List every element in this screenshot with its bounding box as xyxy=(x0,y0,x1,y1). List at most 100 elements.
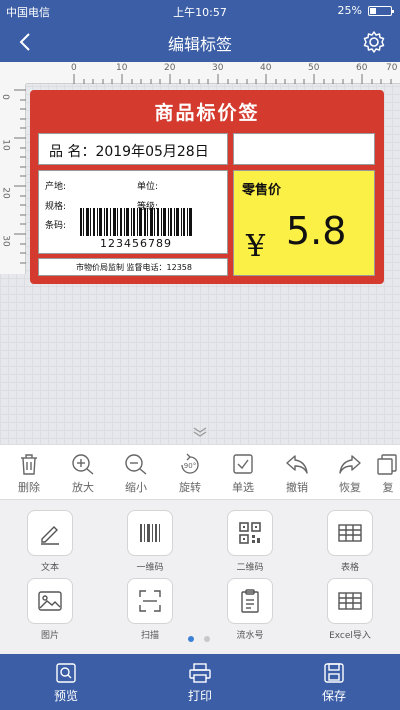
bottom-action-bar: 预览 打印 保存 xyxy=(0,654,400,710)
product-name-extra-box[interactable] xyxy=(233,133,375,165)
add-image-button[interactable]: 图片 xyxy=(15,578,85,641)
product-name-box[interactable]: 品 名：2019年05月28日 xyxy=(38,133,228,165)
zoom-in-button[interactable]: 放大 xyxy=(58,453,108,495)
table-icon xyxy=(338,524,362,542)
serial-number-label: 流水号 xyxy=(236,631,264,641)
copy-button[interactable]: 复 xyxy=(376,453,400,495)
copy-icon xyxy=(377,454,397,475)
add-barcode-button[interactable]: 一维码 xyxy=(115,510,185,573)
settings-button[interactable] xyxy=(360,28,388,56)
barcode-graphic[interactable] xyxy=(80,208,192,236)
scan-label: 扫描 xyxy=(140,631,159,641)
supervision-footer-text: 市物价局监制 监督电话：12358 xyxy=(76,263,192,272)
origin-label: 产地: xyxy=(45,182,67,192)
excel-table-icon xyxy=(338,592,362,610)
zoom-out-button[interactable]: 缩小 xyxy=(111,453,161,495)
checkbox-icon xyxy=(233,454,253,474)
redo-label: 恢复 xyxy=(339,481,361,494)
add-text-button[interactable]: 文本 xyxy=(15,510,85,573)
ruler-tick: 20 xyxy=(164,63,176,73)
barcode-label: 条码: xyxy=(45,221,67,231)
currency-symbol: ¥ xyxy=(246,229,266,264)
ruler-tick: 20 xyxy=(0,187,11,199)
save-label: 保存 xyxy=(321,689,346,703)
barcode-label: 一维码 xyxy=(136,563,164,573)
barcode-icon xyxy=(140,524,160,542)
single-select-button[interactable]: 单选 xyxy=(218,453,268,495)
nav-bar: 编辑标签 xyxy=(0,20,400,62)
undo-button[interactable]: 撤销 xyxy=(272,453,322,495)
ruler-tick: 0 xyxy=(71,63,77,73)
price-value: 5.8 xyxy=(286,209,347,253)
rotate-90-icon: 90° xyxy=(181,453,199,474)
preview-icon xyxy=(56,663,76,683)
spec-label: 规格: xyxy=(45,202,67,212)
gear-icon xyxy=(363,31,385,53)
excel-import-label: Excel导入 xyxy=(329,631,371,641)
zoom-out-icon xyxy=(125,454,147,475)
ruler-left: 0 10 20 30 xyxy=(0,84,26,274)
ruler-tick: 70 xyxy=(386,63,398,73)
add-serial-number-button[interactable]: 流水号 xyxy=(215,578,285,641)
clipboard-icon xyxy=(241,589,259,613)
undo-icon xyxy=(286,455,308,474)
qrcode-icon xyxy=(239,522,261,544)
ruler-tick: 0 xyxy=(0,94,10,100)
ruler-corner xyxy=(0,62,26,84)
price-tag-label[interactable]: 商品标价签 品 名：2019年05月28日 产地: 单位: 规格: 等级: 条码… xyxy=(30,90,384,284)
page-dot-active[interactable] xyxy=(188,636,194,642)
zoom-out-label: 缩小 xyxy=(125,481,147,494)
unit-label: 单位: xyxy=(137,182,159,192)
print-button[interactable]: 打印 xyxy=(170,662,230,704)
save-icon xyxy=(324,663,344,683)
redo-icon xyxy=(339,455,361,474)
qrcode-label: 二维码 xyxy=(236,563,264,573)
battery-icon xyxy=(368,6,394,16)
ruler-tick: 50 xyxy=(308,63,320,73)
supervision-footer-box[interactable]: 市物价局监制 监督电话：12358 xyxy=(38,258,228,276)
product-name-text: 品 名：2019年05月28日 xyxy=(49,144,209,160)
collapse-toolbar-button[interactable] xyxy=(190,424,210,438)
status-bar: 中国电信 上午10:57 25% xyxy=(0,0,400,20)
preview-button[interactable]: 预览 xyxy=(36,662,96,704)
page-title: 编辑标签 xyxy=(167,35,232,54)
undo-label: 撤销 xyxy=(286,481,308,494)
excel-import-button[interactable]: Excel导入 xyxy=(315,578,385,641)
save-button[interactable]: 保存 xyxy=(304,662,364,704)
chevron-down-icon xyxy=(193,427,207,437)
retail-price-label: 零售价 xyxy=(242,183,282,198)
copy-label: 复 xyxy=(382,481,394,494)
delete-button[interactable]: 删除 xyxy=(4,453,54,495)
rotate-label: 旋转 xyxy=(179,481,201,494)
label-title[interactable]: 商品标价签 xyxy=(30,98,384,125)
printer-icon xyxy=(189,663,211,683)
element-palette: 文本 一维码 二维码 表格 图片 扫描 流水号 Excel导入 xyxy=(0,500,400,654)
ruler-tick: 40 xyxy=(260,63,272,73)
add-table-button[interactable]: 表格 xyxy=(315,510,385,573)
ruler-tick: 30 xyxy=(0,235,11,247)
page-dot[interactable] xyxy=(204,636,210,642)
delete-label: 删除 xyxy=(18,481,40,494)
battery-percent: 25% xyxy=(337,4,362,17)
pen-icon xyxy=(41,526,59,545)
edit-toolbar: 删除 放大 缩小 90° 旋转 单选 撤销 恢复 复 xyxy=(0,444,400,500)
add-qrcode-button[interactable]: 二维码 xyxy=(215,510,285,573)
text-label: 文本 xyxy=(40,563,59,573)
ruler-top: 0 10 20 30 40 50 60 70 xyxy=(26,62,400,84)
price-box[interactable]: 零售价 ¥ 5.8 xyxy=(233,170,375,276)
single-select-label: 单选 xyxy=(232,481,254,494)
scan-icon xyxy=(139,590,161,612)
ruler-tick: 30 xyxy=(212,63,224,73)
rotate-button[interactable]: 90° 旋转 xyxy=(165,453,215,495)
scan-button[interactable]: 扫描 xyxy=(115,578,185,641)
trash-icon xyxy=(21,454,37,475)
table-label: 表格 xyxy=(340,563,359,573)
redo-button[interactable]: 恢复 xyxy=(325,453,375,495)
image-icon xyxy=(38,591,62,611)
rotate-angle-text: 90° xyxy=(184,462,196,470)
image-label: 图片 xyxy=(40,631,59,641)
barcode-number: 123456789 xyxy=(100,237,172,250)
preview-label: 预览 xyxy=(53,689,78,703)
zoom-in-icon xyxy=(72,454,94,475)
ruler-tick: 10 xyxy=(116,63,128,73)
